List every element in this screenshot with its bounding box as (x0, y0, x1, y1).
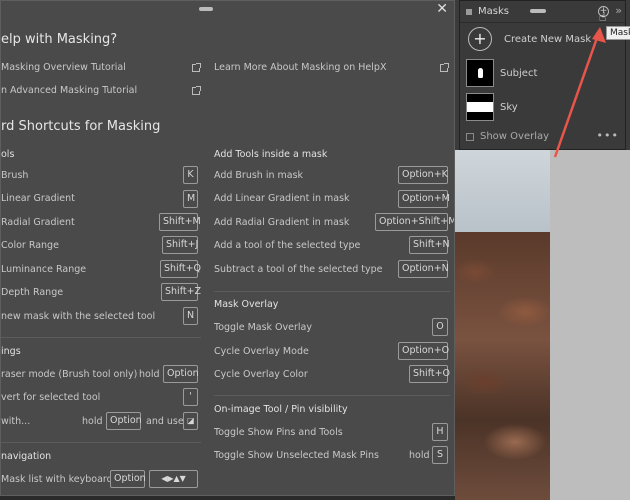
tools-section-header: ols (1, 149, 15, 160)
shortcut-label: Depth Range (1, 287, 64, 298)
hold-label: hold (139, 369, 160, 380)
shortcut-label: Toggle Mask Overlay (214, 322, 312, 333)
and-use-label: and use (146, 416, 184, 427)
shortcut-label: vert for selected tool (1, 392, 101, 403)
dialog-drag-handle[interactable] (199, 7, 213, 11)
divider (1, 337, 201, 338)
external-link-icon[interactable] (192, 86, 201, 95)
shortcut-key: H (432, 423, 448, 441)
arrow-keys: ◀▶▲▼ (149, 470, 198, 488)
show-overlay-label: Show Overlay (480, 131, 550, 142)
shortcut-key: O (432, 318, 448, 336)
hand-cursor-icon: ☝ (599, 10, 607, 24)
shortcut-key: Option+K (398, 166, 448, 184)
shortcut-key: Option (110, 470, 146, 488)
shortcut-label: Cycle Overlay Color (214, 369, 308, 380)
link-learn-more-helpx[interactable]: Learn More About Masking on HelpX (214, 62, 386, 73)
shortcut-label: Linear Gradient (1, 193, 75, 204)
masking-help-dialog: ✕ elp with Masking? Masking Overview Tut… (0, 0, 455, 496)
shortcut-key: Shift+M (159, 213, 201, 231)
shortcut-label: Mask list with keyboard (1, 474, 113, 485)
pin-visibility-section-header: On-image Tool / Pin visibility (214, 404, 348, 415)
add-tools-section-header: Add Tools inside a mask (214, 149, 328, 160)
shortcut-key: Option+N (398, 260, 449, 278)
shortcut-key: Shift+Q (160, 260, 201, 278)
shortcut-label: Cycle Overlay Mode (214, 346, 309, 357)
divider (1, 442, 201, 443)
masks-panel-title: Masks (478, 6, 509, 17)
shortcut-key: M (183, 190, 198, 208)
link-advanced-tutorial[interactable]: n Advanced Masking Tutorial (1, 85, 137, 96)
shortcut-key: Option (106, 412, 142, 430)
settings-section-header: ings (1, 346, 21, 357)
dialog-topbar: ✕ (1, 1, 454, 19)
close-icon[interactable]: ✕ (436, 1, 448, 17)
plus-circle-icon: + (468, 27, 492, 51)
hold-label: hold (82, 416, 103, 427)
shortcut-key: ' (183, 388, 198, 406)
panel-grip-icon[interactable] (466, 8, 472, 15)
shortcut-label: with... (1, 416, 31, 427)
shortcut-label: Add a tool of the selected type (214, 240, 361, 251)
shortcut-label: Radial Gradient (1, 217, 75, 228)
sky-mask-thumbnail (466, 93, 494, 121)
shortcut-key: Shift+O (409, 365, 450, 383)
hold-label: hold (409, 450, 430, 461)
shortcut-label: Subtract a tool of the selected type (214, 264, 383, 275)
mask-item-subject[interactable]: Subject (466, 59, 537, 87)
shortcut-label: Add Brush in mask (214, 170, 304, 181)
external-link-icon[interactable] (192, 63, 201, 72)
shortcut-key: N (183, 307, 198, 325)
mask-item-label: Sky (500, 101, 518, 113)
help-title: elp with Masking? (1, 32, 118, 47)
expand-panel-icon[interactable]: » (615, 4, 622, 17)
shortcut-key: Option+M (398, 190, 450, 208)
show-overlay-checkbox[interactable] (466, 132, 474, 141)
photo-sky (455, 150, 550, 240)
divider (214, 291, 450, 292)
canvas-gray-area (550, 150, 630, 500)
shortcut-key: Shift+J (162, 236, 198, 254)
photo-rocks (455, 232, 550, 500)
mask-overlay-section-header: Mask Overlay (214, 299, 279, 310)
show-overlay-toggle[interactable]: Show Overlay (466, 131, 549, 142)
shortcut-label: new mask with the selected tool (1, 311, 156, 322)
shortcut-label: Brush (1, 170, 29, 181)
shortcut-label: Add Radial Gradient in mask (214, 217, 350, 228)
mask-item-sky[interactable]: Sky (466, 93, 518, 121)
shortcuts-title: rd Shortcuts for Masking (1, 119, 161, 134)
annotation-arrow (553, 27, 606, 158)
shortcut-key: Shift+Z (161, 283, 201, 301)
link-overview-tutorial[interactable]: Masking Overview Tutorial (1, 62, 126, 73)
shortcut-label: Add Linear Gradient in mask (214, 193, 350, 204)
divider (214, 395, 450, 396)
shortcut-key: Option+O (398, 342, 449, 360)
shortcut-label: Luminance Range (1, 264, 87, 275)
navigation-section-header: navigation (1, 451, 52, 462)
shortcut-label: Toggle Show Pins and Tools (214, 427, 343, 438)
shortcut-key: K (183, 166, 198, 184)
shortcut-key: Shift+N (409, 236, 450, 254)
shortcut-key: S (432, 446, 448, 464)
shortcut-label: raser mode (Brush tool only) (1, 369, 138, 380)
panel-drag-handle[interactable] (530, 9, 546, 13)
shortcut-key: Option+Shift+M (375, 213, 454, 231)
mask-item-label: Subject (500, 67, 538, 79)
external-link-icon[interactable] (440, 63, 449, 72)
shortcut-key: Option (163, 365, 199, 383)
shortcut-label: Toggle Show Unselected Mask Pins (214, 450, 379, 461)
shortcut-label: Color Range (1, 240, 59, 251)
subject-mask-thumbnail (466, 59, 494, 87)
shortcut-key: ◪ (183, 412, 198, 430)
